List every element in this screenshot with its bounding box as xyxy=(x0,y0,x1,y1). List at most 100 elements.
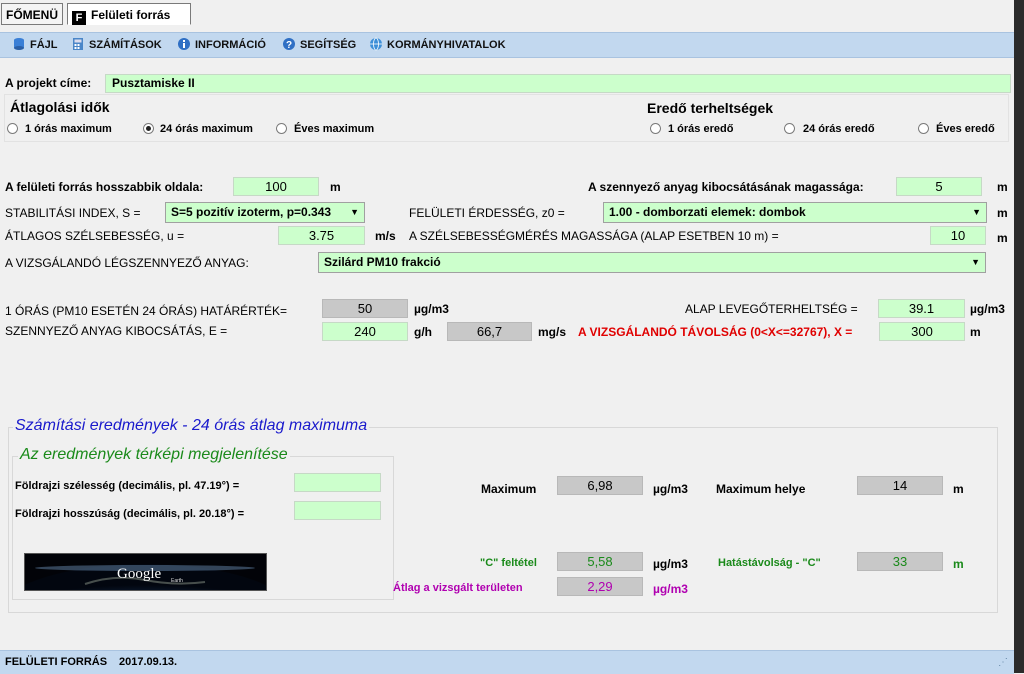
menu-government-offices[interactable]: KORMÁNYHIVATALOK xyxy=(369,36,506,54)
resultant-title: Eredő terheltségek xyxy=(647,100,774,116)
stability-value: S=5 pozitív izoterm, p=0.343 xyxy=(171,205,332,219)
radio-1h-resultant-label: 1 órás eredő xyxy=(668,123,734,135)
radio-1h-max[interactable] xyxy=(7,123,18,134)
longitude-label: Földrajzi hosszúság (decimális, pl. 20.1… xyxy=(15,508,245,520)
latitude-input[interactable] xyxy=(294,473,381,492)
emission-height-input[interactable]: 5 xyxy=(896,177,982,196)
f-icon: F xyxy=(72,11,86,25)
radio-24h-max-label: 24 órás maximum xyxy=(160,123,253,135)
distance-label: A VIZSGÁLANDÓ TÁVOLSÁG (0<X<=32767), X = xyxy=(578,325,853,339)
results-title: Számítási eredmények - 24 órás átlag max… xyxy=(13,417,370,435)
radio-annual-max-label: Éves maximum xyxy=(294,123,375,135)
tab-surface-label: Felületi forrás xyxy=(91,8,171,22)
radio-24h-resultant[interactable] xyxy=(784,123,795,134)
menu-government-offices-label: KORMÁNYHIVATALOK xyxy=(387,39,506,51)
map-title: Az eredmények térképi megjelenítése xyxy=(18,446,290,464)
menu-file[interactable]: FÁJL xyxy=(12,36,58,54)
longest-side-unit: m xyxy=(330,180,341,194)
distance-input[interactable]: 300 xyxy=(879,322,965,341)
project-title-label: A projekt címe: xyxy=(5,76,92,90)
emission-gh-input[interactable]: 240 xyxy=(322,322,408,341)
radio-24h-resultant-label: 24 órás eredő xyxy=(803,123,875,135)
maximum-label: Maximum xyxy=(481,482,537,496)
google-earth-sub: Earth xyxy=(171,578,183,584)
wind-height-label: A SZÉLSEBESSÉGMÉRÉS MAGASSÁGA (ALAP ESET… xyxy=(409,229,779,243)
roughness-value: 1.00 - domborzati elemek: dombok xyxy=(609,205,806,219)
c-condition-unit: µg/m3 xyxy=(653,557,688,571)
background-input[interactable]: 39.1 xyxy=(878,299,965,318)
wind-speed-input[interactable]: 3.75 xyxy=(278,226,365,245)
pollutant-select[interactable]: Szilárd PM10 frakció ▼ xyxy=(318,252,986,273)
max-place-value: 14 xyxy=(857,476,943,495)
wind-height-input[interactable]: 10 xyxy=(930,226,986,245)
menu-calculations-label: SZÁMÍTÁSOK xyxy=(89,39,162,51)
radio-annual-max[interactable] xyxy=(276,123,287,134)
globe-icon xyxy=(370,37,382,51)
menu-information-label: INFORMÁCIÓ xyxy=(195,39,266,51)
wind-speed-label: ÁTLAGOS SZÉLSEBESSÉG, u = xyxy=(5,229,185,243)
radio-annual-resultant-label: Éves eredő xyxy=(936,123,995,135)
menu-help[interactable]: ? SEGÍTSÉG xyxy=(282,36,356,54)
resize-grip-icon[interactable]: ⋰ xyxy=(998,657,1008,668)
average-label: Átlag a vizsgált területen xyxy=(393,582,523,594)
roughness-unit: m xyxy=(997,206,1008,220)
help-icon: ? xyxy=(283,38,295,51)
svg-text:?: ? xyxy=(286,40,292,51)
background-unit: µg/m3 xyxy=(970,302,1005,316)
c-distance-unit: m xyxy=(953,557,964,571)
limit-unit: µg/m3 xyxy=(414,302,449,316)
emission-mgs-unit: mg/s xyxy=(538,325,567,339)
google-earth-label: Google xyxy=(117,566,162,582)
radio-annual-resultant[interactable] xyxy=(918,123,929,134)
radio-1h-resultant[interactable] xyxy=(650,123,661,134)
emission-gh-unit: g/h xyxy=(414,325,432,339)
background-label: ALAP LEVEGŐTERHELTSÉG = xyxy=(685,302,858,316)
stability-label: STABILITÁSI INDEX, S = xyxy=(5,206,141,220)
tab-main-menu[interactable]: FŐMENÜ xyxy=(1,3,63,25)
roughness-select[interactable]: 1.00 - domborzati elemek: dombok ▼ xyxy=(603,202,987,223)
c-distance-value: 33 xyxy=(857,552,943,571)
menu-file-label: FÁJL xyxy=(30,39,58,51)
latitude-label: Földrajzi szélesség (decimális, pl. 47.1… xyxy=(15,480,240,492)
project-title-input[interactable]: Pusztamiske II xyxy=(105,74,1011,93)
longest-side-label: A felületi forrás hosszabbik oldala: xyxy=(5,180,204,194)
tab-strip: FŐMENÜ F Felületi forrás xyxy=(0,0,1014,30)
info-icon xyxy=(178,38,190,50)
max-place-unit: m xyxy=(953,482,964,496)
database-icon xyxy=(14,38,24,50)
tab-surface-source[interactable]: F Felületi forrás xyxy=(67,3,191,25)
emission-height-label: A szennyező anyag kibocsátásának magassá… xyxy=(588,180,864,194)
distance-unit: m xyxy=(970,325,981,339)
menu-information[interactable]: INFORMÁCIÓ xyxy=(177,36,266,54)
chevron-down-icon: ▼ xyxy=(350,207,359,217)
radio-24h-max[interactable] xyxy=(143,123,154,134)
status-form-name: FELÜLETI FORRÁS xyxy=(5,656,108,668)
c-condition-value: 5,58 xyxy=(557,552,643,571)
c-condition-label: "C" feltétel xyxy=(480,557,537,569)
chevron-down-icon: ▼ xyxy=(972,207,981,217)
window-edge xyxy=(1014,0,1024,673)
pollutant-value: Szilárd PM10 frakció xyxy=(324,255,441,269)
emission-height-unit: m xyxy=(997,180,1008,194)
maximum-value: 6,98 xyxy=(557,476,643,495)
menu-help-label: SEGÍTSÉG xyxy=(300,39,357,51)
maximum-unit: µg/m3 xyxy=(653,482,688,496)
calculator-icon xyxy=(73,38,83,50)
longest-side-input[interactable]: 100 xyxy=(233,177,319,196)
limit-value: 50 xyxy=(322,299,408,318)
pollutant-label: A VIZSGÁLANDÓ LÉGSZENNYEZŐ ANYAG: xyxy=(5,256,249,270)
c-distance-label: Hatástávolság - "C" xyxy=(718,557,821,569)
stability-select[interactable]: S=5 pozitív izoterm, p=0.343 ▼ xyxy=(165,202,365,223)
emission-label: SZENNYEZŐ ANYAG KIBOCSÁTÁS, E = xyxy=(5,324,228,338)
menu-bar: FÁJL SZÁMÍTÁSOK INFORMÁCIÓ ? SEGÍTSÉG KOR… xyxy=(0,32,1014,58)
chevron-down-icon: ▼ xyxy=(971,257,980,267)
average-unit: µg/m3 xyxy=(653,582,688,596)
status-bar: FELÜLETI FORRÁS 2017.09.13. ⋰ xyxy=(0,650,1014,674)
radio-1h-max-label: 1 órás maximum xyxy=(25,123,112,135)
google-earth-button[interactable]: Google Earth xyxy=(24,553,267,591)
longitude-input[interactable] xyxy=(294,501,381,520)
menu-calculations[interactable]: SZÁMÍTÁSOK xyxy=(71,36,162,54)
wind-height-unit: m xyxy=(997,231,1008,245)
status-date: 2017.09.13. xyxy=(119,656,178,668)
limit-label: 1 ÓRÁS (PM10 ESETÉN 24 ÓRÁS) HATÁRÉRTÉK= xyxy=(5,304,287,318)
